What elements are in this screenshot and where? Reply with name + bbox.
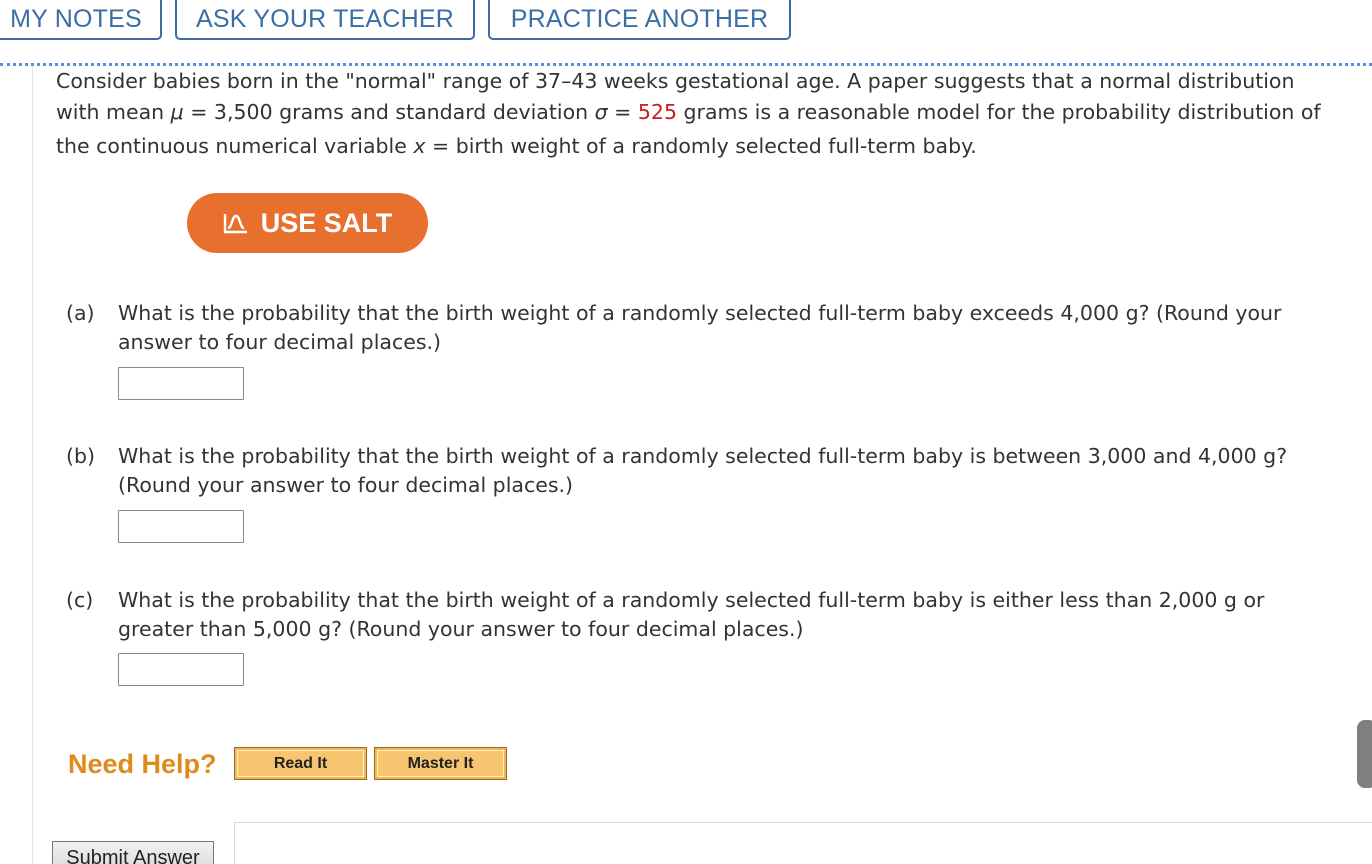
question-c-text: What is the probability that the birth w… [118,586,1338,644]
question-a-line-2: answer to four decimal places.) [118,330,442,354]
question-a-label: (a) [66,301,95,325]
my-notes-button[interactable]: MY NOTES [0,0,162,40]
problem-line-2: with mean μ = 3,500 grams and standard d… [56,96,1356,129]
question-c-line-2: greater than 5,000 g? (Round your answer… [118,617,804,641]
problem-line-1: Consider babies born in the "normal" ran… [56,69,1295,93]
question-c-line-1: What is the probability that the birth w… [118,588,1265,612]
left-border [32,66,33,864]
question-a-line-1: What is the probability that the birth w… [118,301,1282,325]
read-it-label: Read It [237,750,364,777]
problem-text: with mean [56,100,171,124]
problem-line-3: the continuous numerical variable x = bi… [56,130,1356,163]
use-salt-button[interactable]: USE SALT [187,193,428,253]
question-b-text: What is the probability that the birth w… [118,442,1338,500]
submit-answer-button[interactable]: Submit Answer [52,841,214,864]
question-b-label: (b) [66,444,96,468]
question-b-line-2: (Round your answer to four decimal place… [118,473,574,497]
ask-your-teacher-button[interactable]: ASK YOUR TEACHER [175,0,475,40]
need-help-label: Need Help? [68,749,217,779]
x-symbol: x [413,134,426,158]
problem-text: grams is a reasonable model for the prob… [677,100,1321,124]
master-it-button[interactable]: Master It [374,747,507,780]
sigma-value: 525 [637,100,677,124]
question-c-label: (c) [66,588,94,612]
master-it-label: Master It [377,750,504,777]
scrollbar-thumb[interactable] [1357,720,1372,788]
problem-text: = 3,500 grams and standard deviation [183,100,595,124]
question-b-line-1: What is the probability that the birth w… [118,444,1288,468]
answer-b-input[interactable] [118,510,244,543]
answer-c-input[interactable] [118,653,244,686]
problem-text: = [607,100,638,124]
mu-symbol: μ [170,100,184,124]
sigma-symbol: σ [594,100,608,124]
problem-text: the continuous numerical variable [56,134,414,158]
question-a-text: What is the probability that the birth w… [118,299,1338,357]
bottom-panel [234,822,1372,864]
use-salt-label: USE SALT [260,207,393,238]
read-it-button[interactable]: Read It [234,747,367,780]
problem-text: = birth weight of a randomly selected fu… [425,134,977,158]
salt-icon [223,211,249,235]
answer-a-input[interactable] [118,367,244,400]
practice-another-button[interactable]: PRACTICE ANOTHER [488,0,791,40]
